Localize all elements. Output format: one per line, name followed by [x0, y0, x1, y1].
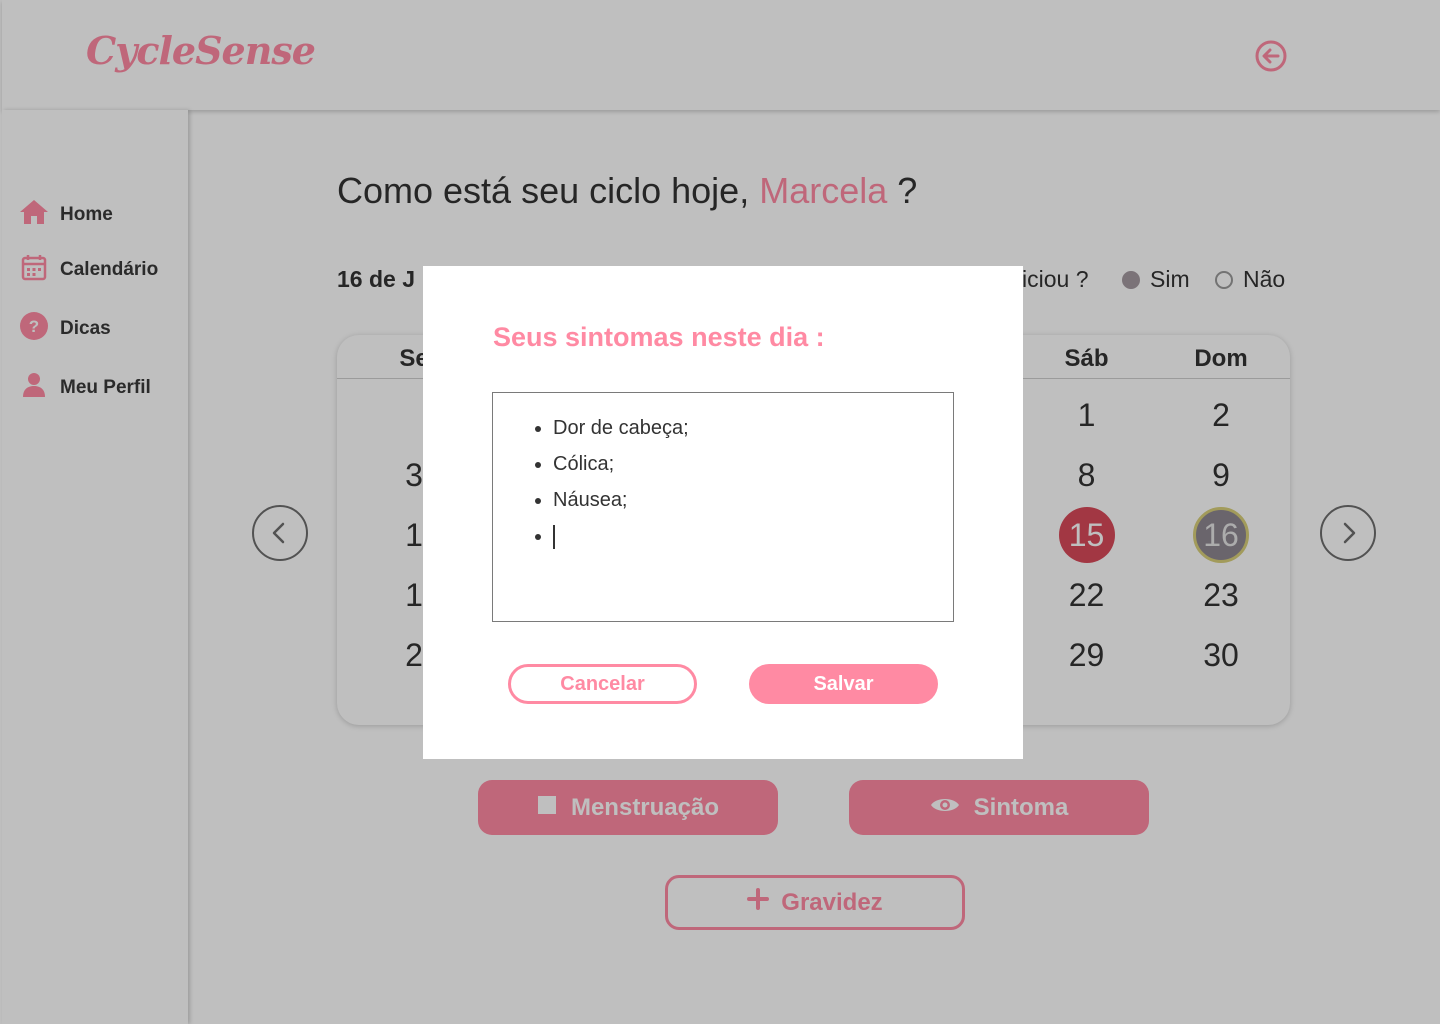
cancel-button[interactable]: Cancelar — [508, 664, 697, 704]
modal-title: Seus sintomas neste dia : — [493, 322, 825, 352]
symptom-item: Náusea; — [553, 487, 689, 523]
symptoms-textarea[interactable]: Dor de cabeça; Cólica; Náusea; — [492, 392, 954, 622]
symptoms-list: Dor de cabeça; Cólica; Náusea; — [553, 415, 689, 559]
text-caret — [553, 524, 555, 549]
symptom-item: Dor de cabeça; — [553, 415, 689, 451]
symptom-item-active[interactable] — [553, 523, 689, 559]
symptom-item: Cólica; — [553, 451, 689, 487]
save-button[interactable]: Salvar — [749, 664, 938, 704]
symptoms-modal: Seus sintomas neste dia : Dor de cabeça;… — [423, 266, 1023, 759]
